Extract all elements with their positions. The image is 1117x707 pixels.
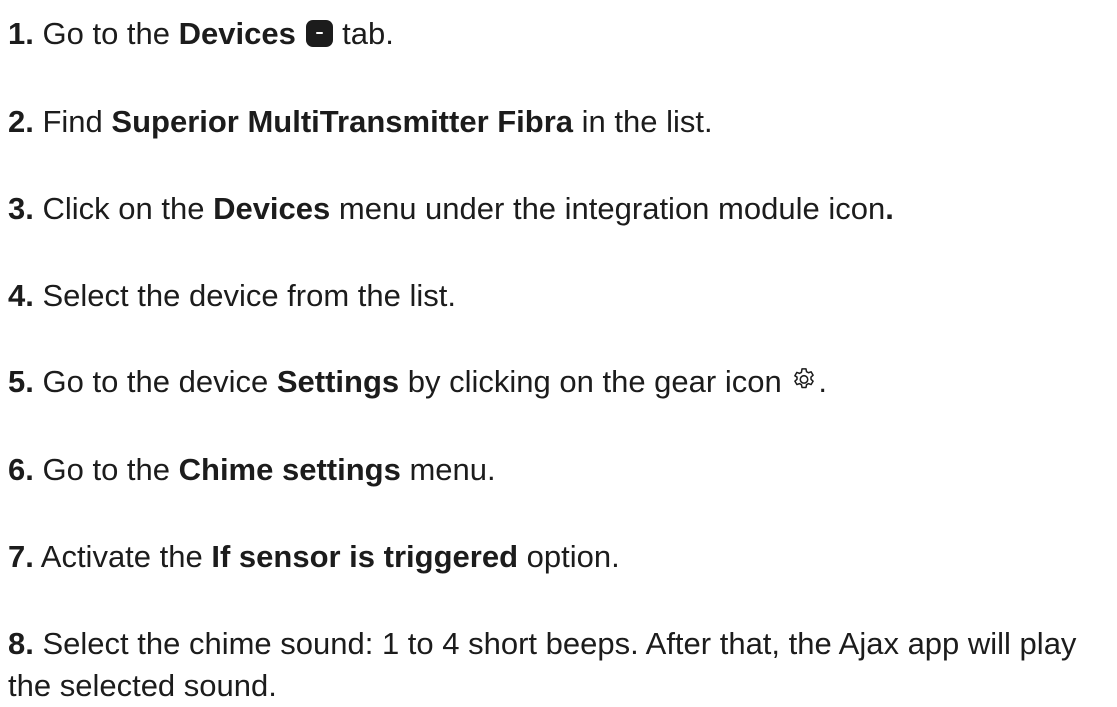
step-2: 2. Find Superior MultiTransmitter Fibra … [8, 104, 713, 139]
step-number: 8. [8, 626, 34, 661]
chime-settings-label: Chime settings [178, 452, 401, 487]
step-5: 5. Go to the device Settings by clicking… [8, 364, 827, 399]
step-6: 6. Go to the Chime settings menu. [8, 452, 496, 487]
settings-label: Settings [276, 364, 400, 399]
step-4: 4. Select the device from the list. [8, 278, 457, 313]
step-7: 7. Activate the If sensor is triggered o… [8, 539, 620, 574]
step-8: 8. Select the chime sound: 1 to 4 short … [8, 626, 1077, 703]
step-number: 5. [8, 364, 34, 399]
devices-tab-icon [306, 20, 334, 47]
step-3: 3. Click on the Devices menu under the i… [8, 191, 894, 226]
step-number: 1. [8, 16, 34, 51]
device-name: Superior MultiTransmitter Fibra [111, 104, 574, 139]
sensor-triggered-option: If sensor is triggered [211, 539, 518, 574]
devices-tab-label: Devices [178, 16, 296, 51]
step-number: 7. [8, 539, 34, 574]
step-number: 2. [8, 104, 34, 139]
step-number: 4. [8, 278, 34, 313]
step-1: 1. Go to the Devices tab. [8, 16, 394, 51]
gear-icon [794, 368, 815, 389]
devices-menu-label: Devices [213, 191, 331, 226]
step-number: 3. [8, 191, 34, 226]
step-number: 6. [8, 452, 34, 487]
